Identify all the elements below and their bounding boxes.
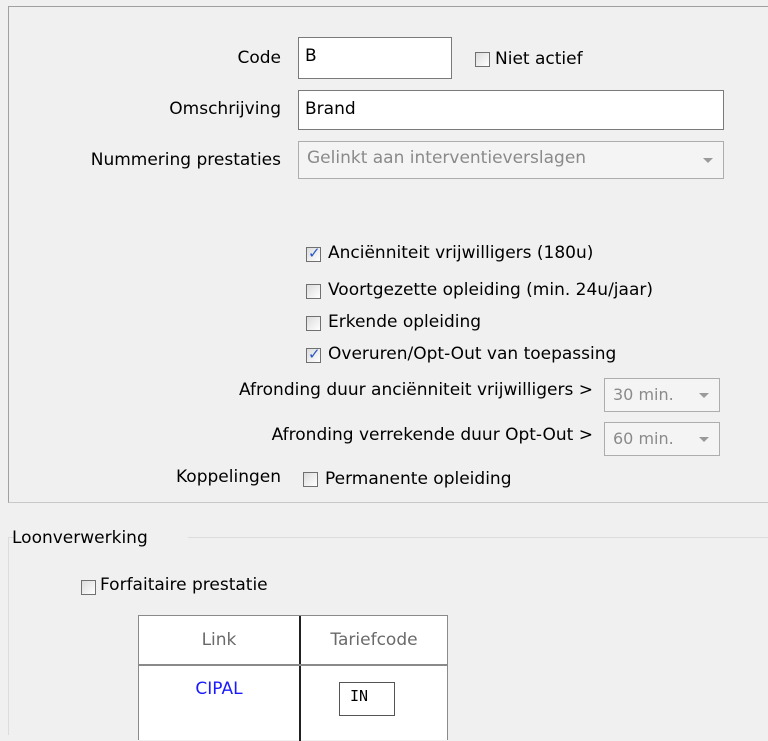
afronding-optout-label: Afronding verrekende duur Opt-Out > <box>271 425 593 445</box>
omschrijving-label: Omschrijving <box>169 99 281 119</box>
overuren-optout-label: Overuren/Opt-Out van toepassing <box>328 344 617 364</box>
link-tariefcode-table: Link Tariefcode CIPAL IN <box>138 615 448 741</box>
chevron-down-icon <box>699 393 709 398</box>
chevron-down-icon <box>703 158 713 163</box>
afronding-ancienniteit-value: 30 min. <box>613 385 674 404</box>
code-label: Code <box>237 48 281 68</box>
forfaitaire-prestatie-label: Forfaitaire prestatie <box>100 575 268 595</box>
code-input[interactable]: B <box>298 37 452 79</box>
header-link: Link <box>201 630 237 650</box>
afronding-ancienniteit-select[interactable]: 30 min. <box>604 378 720 412</box>
chevron-down-icon <box>699 437 709 442</box>
voortgezette-opleiding-label: Voortgezette opleiding (min. 24u/jaar) <box>328 280 653 300</box>
table-cell-tariefcode[interactable]: IN <box>339 682 395 716</box>
ancienniteit-label: Anciënniteit vrijwilligers (180u) <box>328 243 594 263</box>
afronding-ancienniteit-label: Afronding duur anciënniteit vrijwilliger… <box>239 380 593 400</box>
afronding-optout-select[interactable]: 60 min. <box>604 422 720 456</box>
voortgezette-opleiding-checkbox[interactable] <box>306 284 321 299</box>
afronding-optout-value: 60 min. <box>613 429 674 448</box>
koppelingen-label: Koppelingen <box>176 467 281 487</box>
group-border-top-right <box>188 537 768 538</box>
erkende-opleiding-checkbox[interactable] <box>306 316 321 331</box>
omschrijving-input[interactable]: Brand <box>298 90 724 130</box>
nummering-prestaties-value: Gelinkt aan interventieverslagen <box>307 148 587 168</box>
erkende-opleiding-label: Erkende opleiding <box>328 312 482 332</box>
permanente-opleiding-checkbox[interactable] <box>303 472 318 487</box>
ancienniteit-checkbox[interactable] <box>306 244 321 262</box>
niet-actief-label: Niet actief <box>495 49 583 69</box>
table-cell-link[interactable]: CIPAL <box>139 679 299 699</box>
niet-actief-checkbox[interactable] <box>475 52 490 67</box>
header-tariefcode: Tariefcode <box>330 630 418 650</box>
group-border-left <box>8 537 9 735</box>
nummering-prestaties-label: Nummering prestaties <box>90 150 281 170</box>
header-divider <box>139 664 447 666</box>
permanente-opleiding-label: Permanente opleiding <box>325 469 512 489</box>
overuren-optout-checkbox[interactable] <box>306 345 321 363</box>
forfaitaire-prestatie-checkbox[interactable] <box>81 580 96 595</box>
loonverwerking-group-label: Loonverwerking <box>12 528 148 548</box>
nummering-prestaties-select[interactable]: Gelinkt aan interventieverslagen <box>298 141 724 179</box>
